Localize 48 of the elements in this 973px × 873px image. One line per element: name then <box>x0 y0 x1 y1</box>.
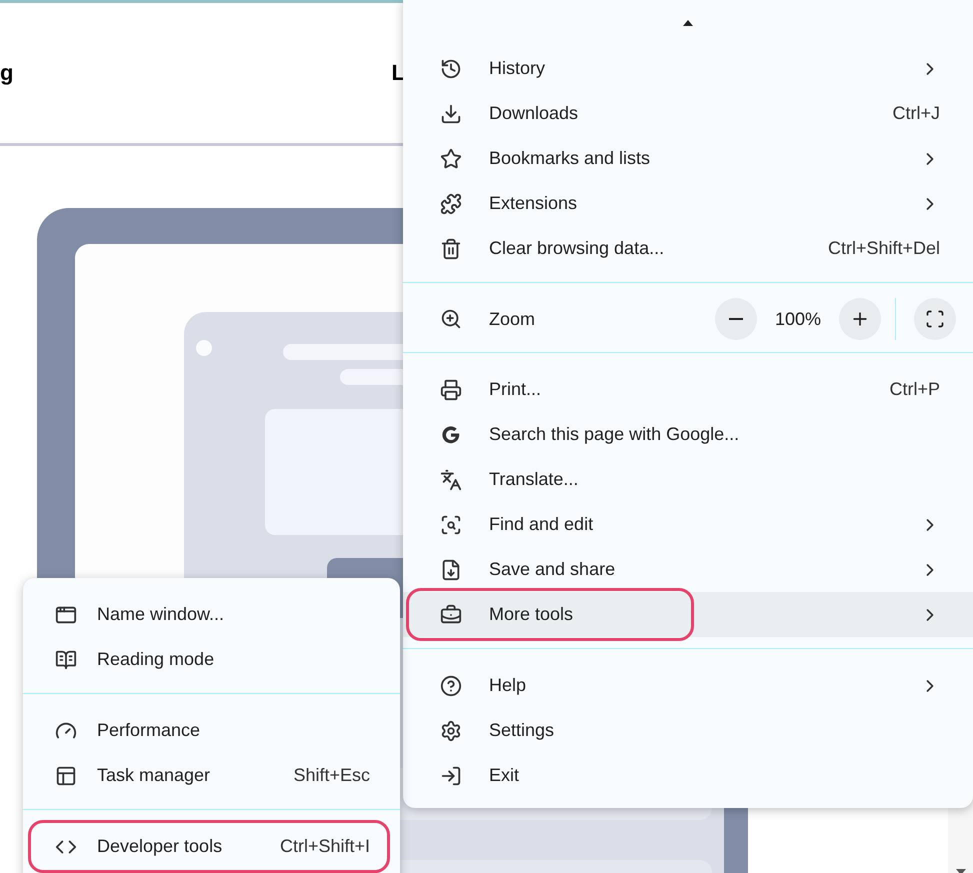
briefcase-icon <box>440 604 462 626</box>
menu-item[interactable]: Performance <box>23 708 400 753</box>
shortcut-label: Ctrl+J <box>892 103 940 124</box>
download-icon <box>440 102 462 124</box>
menu-item[interactable]: Exit <box>403 753 973 798</box>
shortcut-label: Ctrl+Shift+I <box>280 836 370 857</box>
zoom-level: 100% <box>774 308 822 330</box>
fullscreen-icon <box>925 309 945 329</box>
menu-item[interactable]: Search this page with Google... <box>403 412 973 457</box>
zoom-in-icon <box>440 308 462 330</box>
find-icon <box>440 514 462 536</box>
menu-item[interactable]: Name window... <box>23 592 400 637</box>
exit-icon <box>440 764 462 786</box>
help-icon <box>440 674 462 696</box>
shortcut-label: Shift+Esc <box>293 765 370 786</box>
table-icon <box>55 764 77 786</box>
printer-icon <box>440 378 462 400</box>
menu-item[interactable]: Clear browsing data... Ctrl+Shift+Del <box>403 226 973 271</box>
menu-item[interactable]: Print... Ctrl+P <box>403 367 973 412</box>
menu-item[interactable]: Extensions <box>403 181 973 226</box>
menu-item[interactable]: Find and edit <box>403 502 973 547</box>
book-icon <box>55 648 77 670</box>
shortcut-label: Ctrl+Shift+Del <box>828 238 940 259</box>
settings-icon <box>440 720 462 742</box>
menu-item[interactable]: Translate... <box>403 457 973 502</box>
g-logo-icon <box>440 424 462 446</box>
menu-item[interactable]: History <box>403 46 973 91</box>
menu-item[interactable]: Reading mode <box>23 637 400 682</box>
menu-item[interactable]: Downloads Ctrl+J <box>403 91 973 136</box>
puzzle-icon <box>440 192 462 214</box>
menu-item[interactable]: Settings <box>403 708 973 753</box>
trash-icon <box>440 238 462 260</box>
history-icon <box>440 58 462 80</box>
minus-icon <box>729 318 743 320</box>
star-icon <box>440 148 462 170</box>
zoom-in-button[interactable] <box>839 298 881 340</box>
menu-item[interactable]: Task manager Shift+Esc <box>23 753 400 798</box>
shortcut-label: Ctrl+P <box>889 379 940 400</box>
heading-text: g <box>0 60 14 86</box>
fullscreen-button[interactable] <box>914 298 956 340</box>
file-download-icon <box>440 558 462 580</box>
menu-item[interactable]: Help <box>403 663 973 708</box>
zoom-label: Zoom <box>489 308 536 330</box>
menu-item[interactable]: Developer tools Ctrl+Shift+I <box>23 824 400 869</box>
scroll-up-icon[interactable] <box>683 20 693 26</box>
menu-item[interactable]: Save and share <box>403 547 973 592</box>
translate-icon <box>440 468 462 490</box>
menu-item[interactable]: Bookmarks and lists <box>403 136 973 181</box>
